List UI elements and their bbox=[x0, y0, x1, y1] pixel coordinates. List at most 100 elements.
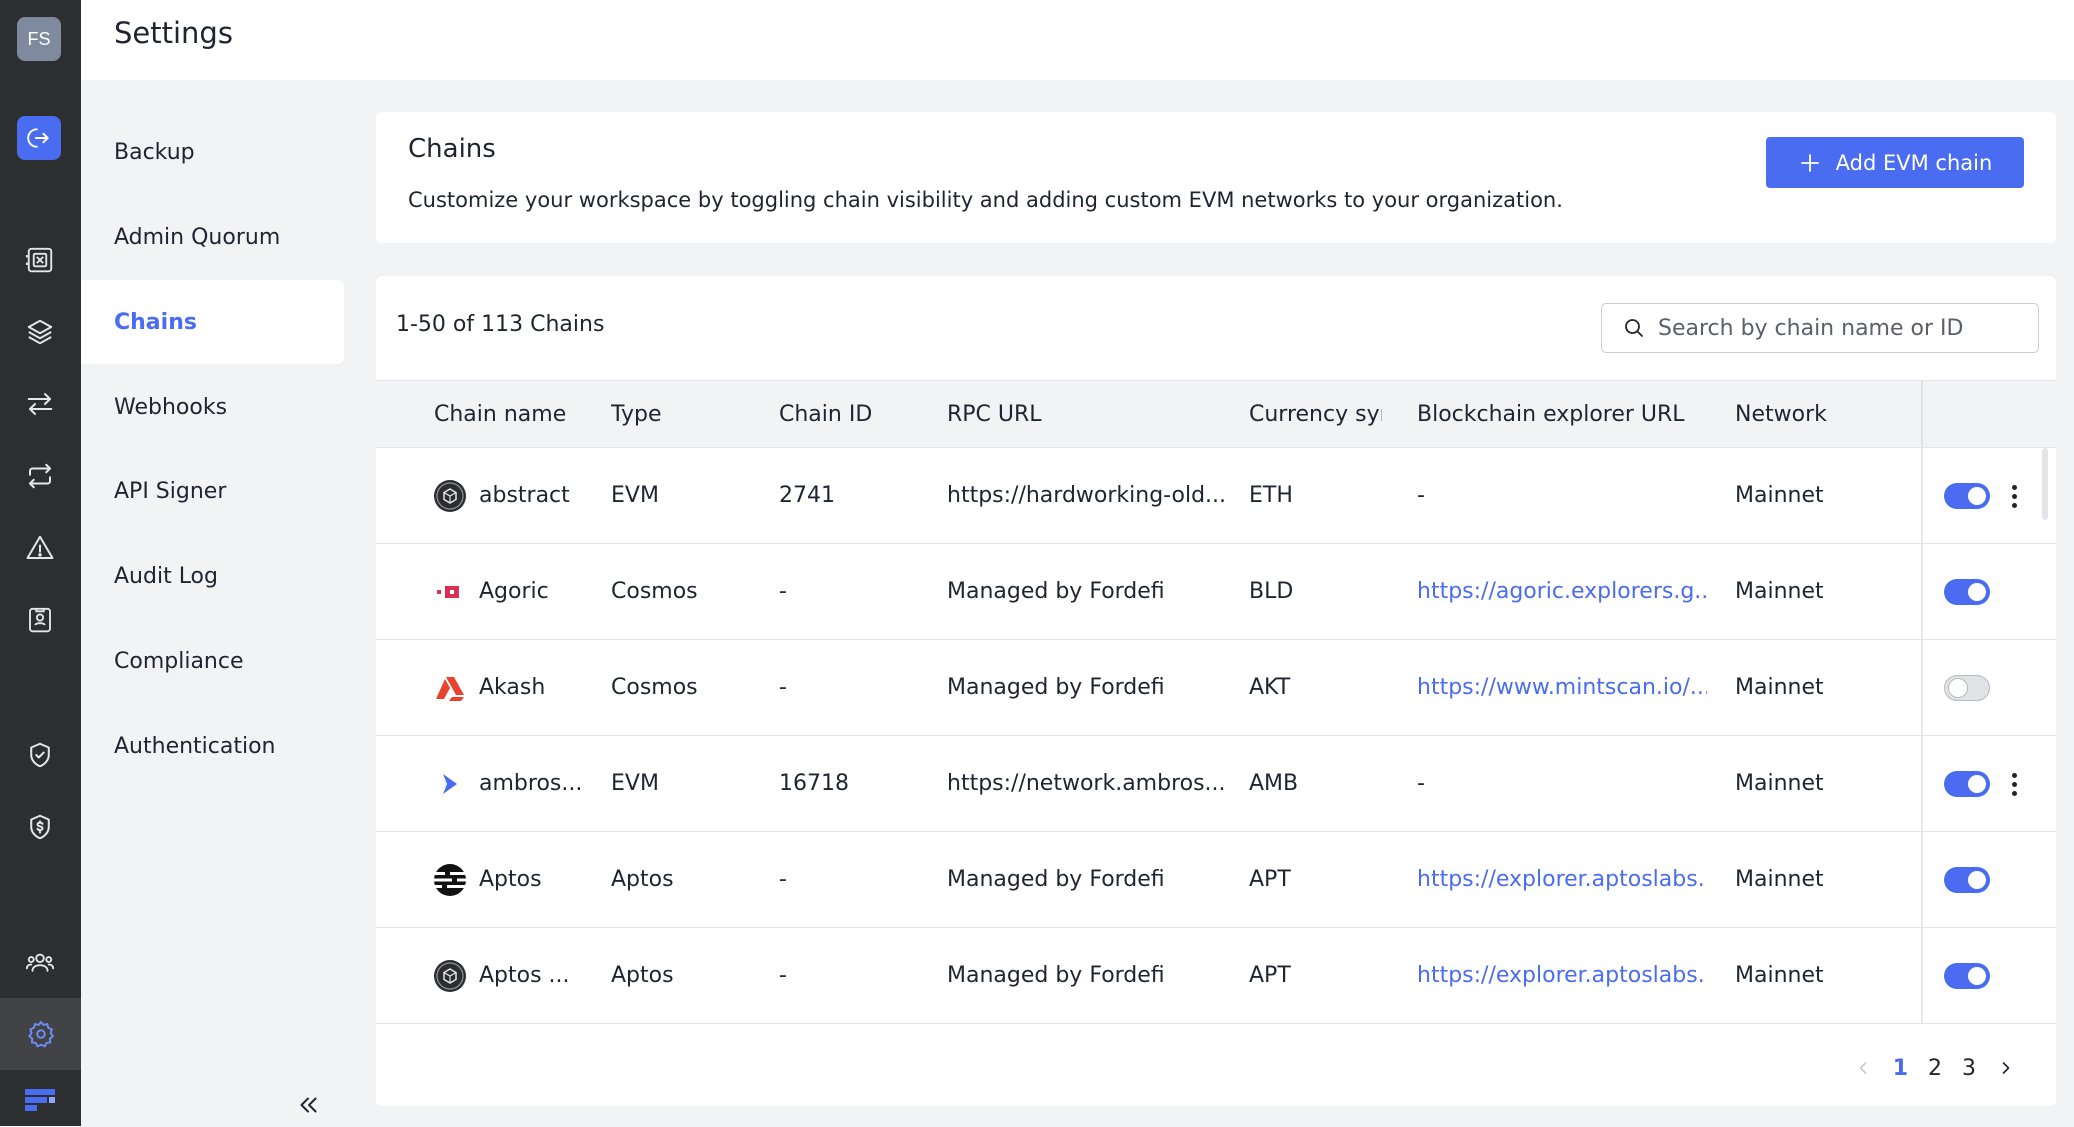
settings-nav-item-webhooks[interactable]: Webhooks bbox=[81, 365, 344, 449]
swap-loop-icon bbox=[29, 463, 51, 489]
aptos-testnet-logo-icon bbox=[433, 959, 467, 993]
explorer-url: https://explorer.aptoslabs... bbox=[1417, 928, 1707, 1023]
currency-symbol: ETH bbox=[1249, 483, 1293, 508]
currency-symbol: AKT bbox=[1249, 675, 1291, 700]
toggle-knob bbox=[1968, 775, 1986, 793]
rpc-url: Managed by Fordefi bbox=[947, 579, 1165, 604]
assets-nav-button[interactable] bbox=[17, 309, 63, 355]
plus-icon bbox=[1800, 153, 1819, 172]
chain-visibility-toggle[interactable] bbox=[1944, 483, 1990, 509]
settings-nav: Backup Admin Quorum Chains Webhooks API … bbox=[81, 80, 344, 1126]
table-row[interactable]: Aptos ... Aptos - Managed by Fordefi APT… bbox=[376, 928, 2056, 1024]
page-link[interactable]: 2 bbox=[1928, 1056, 1942, 1081]
users-group-icon bbox=[25, 953, 55, 972]
settings-nav-item-compliance[interactable]: Compliance bbox=[81, 619, 344, 703]
explorer-url: https://agoric.explorers.g... bbox=[1417, 544, 1707, 639]
chain-id: 16718 bbox=[779, 771, 849, 796]
table-row[interactable]: Agoric Cosmos - Managed by Fordefi BLD h… bbox=[376, 544, 2056, 640]
next-page-button[interactable] bbox=[1996, 1058, 2016, 1078]
add-evm-chain-button[interactable]: Add EVM chain bbox=[1766, 137, 2024, 188]
table-row[interactable]: Akash Cosmos - Managed by Fordefi AKT ht… bbox=[376, 640, 2056, 736]
explorer-link[interactable]: https://explorer.aptoslabs... bbox=[1417, 867, 1707, 892]
explorer-url: https://explorer.aptoslabs... bbox=[1417, 832, 1707, 927]
settings-nav-button[interactable] bbox=[0, 998, 81, 1070]
explorer-link[interactable]: https://www.mintscan.io/... bbox=[1417, 675, 1707, 700]
toggle-knob bbox=[1968, 871, 1986, 889]
chain-id: - bbox=[779, 867, 787, 892]
switch-workspace-button[interactable] bbox=[17, 116, 61, 160]
swaps-nav-button[interactable] bbox=[17, 453, 63, 499]
users-nav-button[interactable] bbox=[17, 939, 63, 985]
rpc-url: Managed by Fordefi bbox=[947, 675, 1165, 700]
transactions-nav-button[interactable] bbox=[17, 381, 63, 427]
actions-column-divider bbox=[1921, 832, 1923, 927]
currency-symbol: APT bbox=[1249, 867, 1291, 892]
akash-logo-icon bbox=[433, 671, 467, 705]
settings-nav-item-chains[interactable]: Chains bbox=[81, 280, 344, 364]
rpc-url: https://network.ambros... bbox=[947, 771, 1226, 796]
collapse-sidebar-button[interactable] bbox=[286, 1083, 330, 1127]
rpc-url: https://hardworking-old... bbox=[947, 483, 1227, 508]
settings-nav-item-admin-quorum[interactable]: Admin Quorum bbox=[81, 195, 344, 279]
address-book-nav-button[interactable] bbox=[17, 597, 63, 643]
chains-table-card: 1-50 of 113 Chains Chain name Type Chain… bbox=[376, 276, 2056, 1106]
icon-rail: FS bbox=[0, 0, 81, 1126]
rpc-url: Managed by Fordefi bbox=[947, 963, 1165, 988]
warning-triangle-icon bbox=[26, 535, 54, 559]
column-header-type[interactable]: Type bbox=[611, 381, 761, 447]
actions-column-divider bbox=[1921, 448, 1923, 543]
double-chevron-left-icon bbox=[300, 1097, 317, 1113]
page-link[interactable]: 1 bbox=[1893, 1056, 1908, 1081]
contact-book-icon bbox=[29, 607, 51, 633]
column-header-explorer-url[interactable]: Blockchain explorer URL bbox=[1417, 381, 1707, 447]
settings-nav-item-backup[interactable]: Backup bbox=[81, 110, 344, 194]
row-more-menu-button[interactable] bbox=[2004, 478, 2024, 514]
settings-nav-item-audit-log[interactable]: Audit Log bbox=[81, 534, 344, 618]
column-header-chain-id[interactable]: Chain ID bbox=[779, 381, 929, 447]
chain-name: ambros... bbox=[479, 771, 583, 796]
vault-nav-button[interactable] bbox=[17, 237, 63, 283]
table-scrollbar-thumb[interactable] bbox=[2042, 448, 2048, 520]
column-header-rpc-url[interactable]: RPC URL bbox=[947, 381, 1227, 447]
billing-nav-button[interactable] bbox=[17, 804, 63, 850]
chain-visibility-toggle[interactable] bbox=[1944, 579, 1990, 605]
table-row[interactable]: abstract EVM 2741 https://hardworking-ol… bbox=[376, 448, 2056, 544]
chain-visibility-toggle[interactable] bbox=[1944, 963, 1990, 989]
explorer-link[interactable]: https://agoric.explorers.g... bbox=[1417, 579, 1707, 604]
chain-name: Akash bbox=[479, 675, 546, 700]
explorer-link[interactable]: https://explorer.aptoslabs... bbox=[1417, 963, 1707, 988]
column-header-network[interactable]: Network bbox=[1735, 381, 1885, 447]
table-row[interactable]: ambros... EVM 16718 https://network.ambr… bbox=[376, 736, 2056, 832]
search-input[interactable] bbox=[1656, 314, 2020, 342]
alerts-nav-button[interactable] bbox=[17, 525, 63, 571]
chain-id: - bbox=[779, 579, 787, 604]
explorer-url: - bbox=[1417, 483, 1425, 508]
explorer-url: https://www.mintscan.io/... bbox=[1417, 640, 1707, 735]
chain-visibility-toggle[interactable] bbox=[1944, 771, 1990, 797]
avatar[interactable]: FS bbox=[17, 17, 61, 61]
column-header-chain-name[interactable]: Chain name bbox=[434, 381, 594, 447]
previous-page-button[interactable] bbox=[1853, 1058, 1873, 1078]
page-link[interactable]: 3 bbox=[1962, 1056, 1976, 1081]
chain-type: EVM bbox=[611, 771, 659, 796]
settings-nav-item-api-signer[interactable]: API Signer bbox=[81, 449, 344, 533]
chain-visibility-toggle[interactable] bbox=[1944, 675, 1990, 701]
network: Mainnet bbox=[1735, 771, 1824, 796]
network: Mainnet bbox=[1735, 963, 1824, 988]
currency-symbol: AMB bbox=[1249, 771, 1299, 796]
chain-type: Aptos bbox=[611, 867, 674, 892]
chain-id: - bbox=[779, 675, 787, 700]
chain-type: Aptos bbox=[611, 963, 674, 988]
chain-visibility-toggle[interactable] bbox=[1944, 867, 1990, 893]
row-more-menu-button[interactable] bbox=[2004, 766, 2024, 802]
brand-logo bbox=[17, 1077, 63, 1123]
gear-icon bbox=[27, 1020, 54, 1048]
column-header-currency-symbol[interactable]: Currency syı bbox=[1249, 381, 1382, 447]
table-row[interactable]: Aptos Aptos - Managed by Fordefi APT htt… bbox=[376, 832, 2056, 928]
layers-icon bbox=[27, 319, 53, 345]
results-count: 1-50 of 113 Chains bbox=[396, 312, 605, 337]
settings-nav-item-authentication[interactable]: Authentication bbox=[81, 704, 344, 788]
search-box[interactable] bbox=[1601, 303, 2039, 353]
actions-column-divider bbox=[1921, 381, 1923, 447]
policies-nav-button[interactable] bbox=[17, 732, 63, 778]
